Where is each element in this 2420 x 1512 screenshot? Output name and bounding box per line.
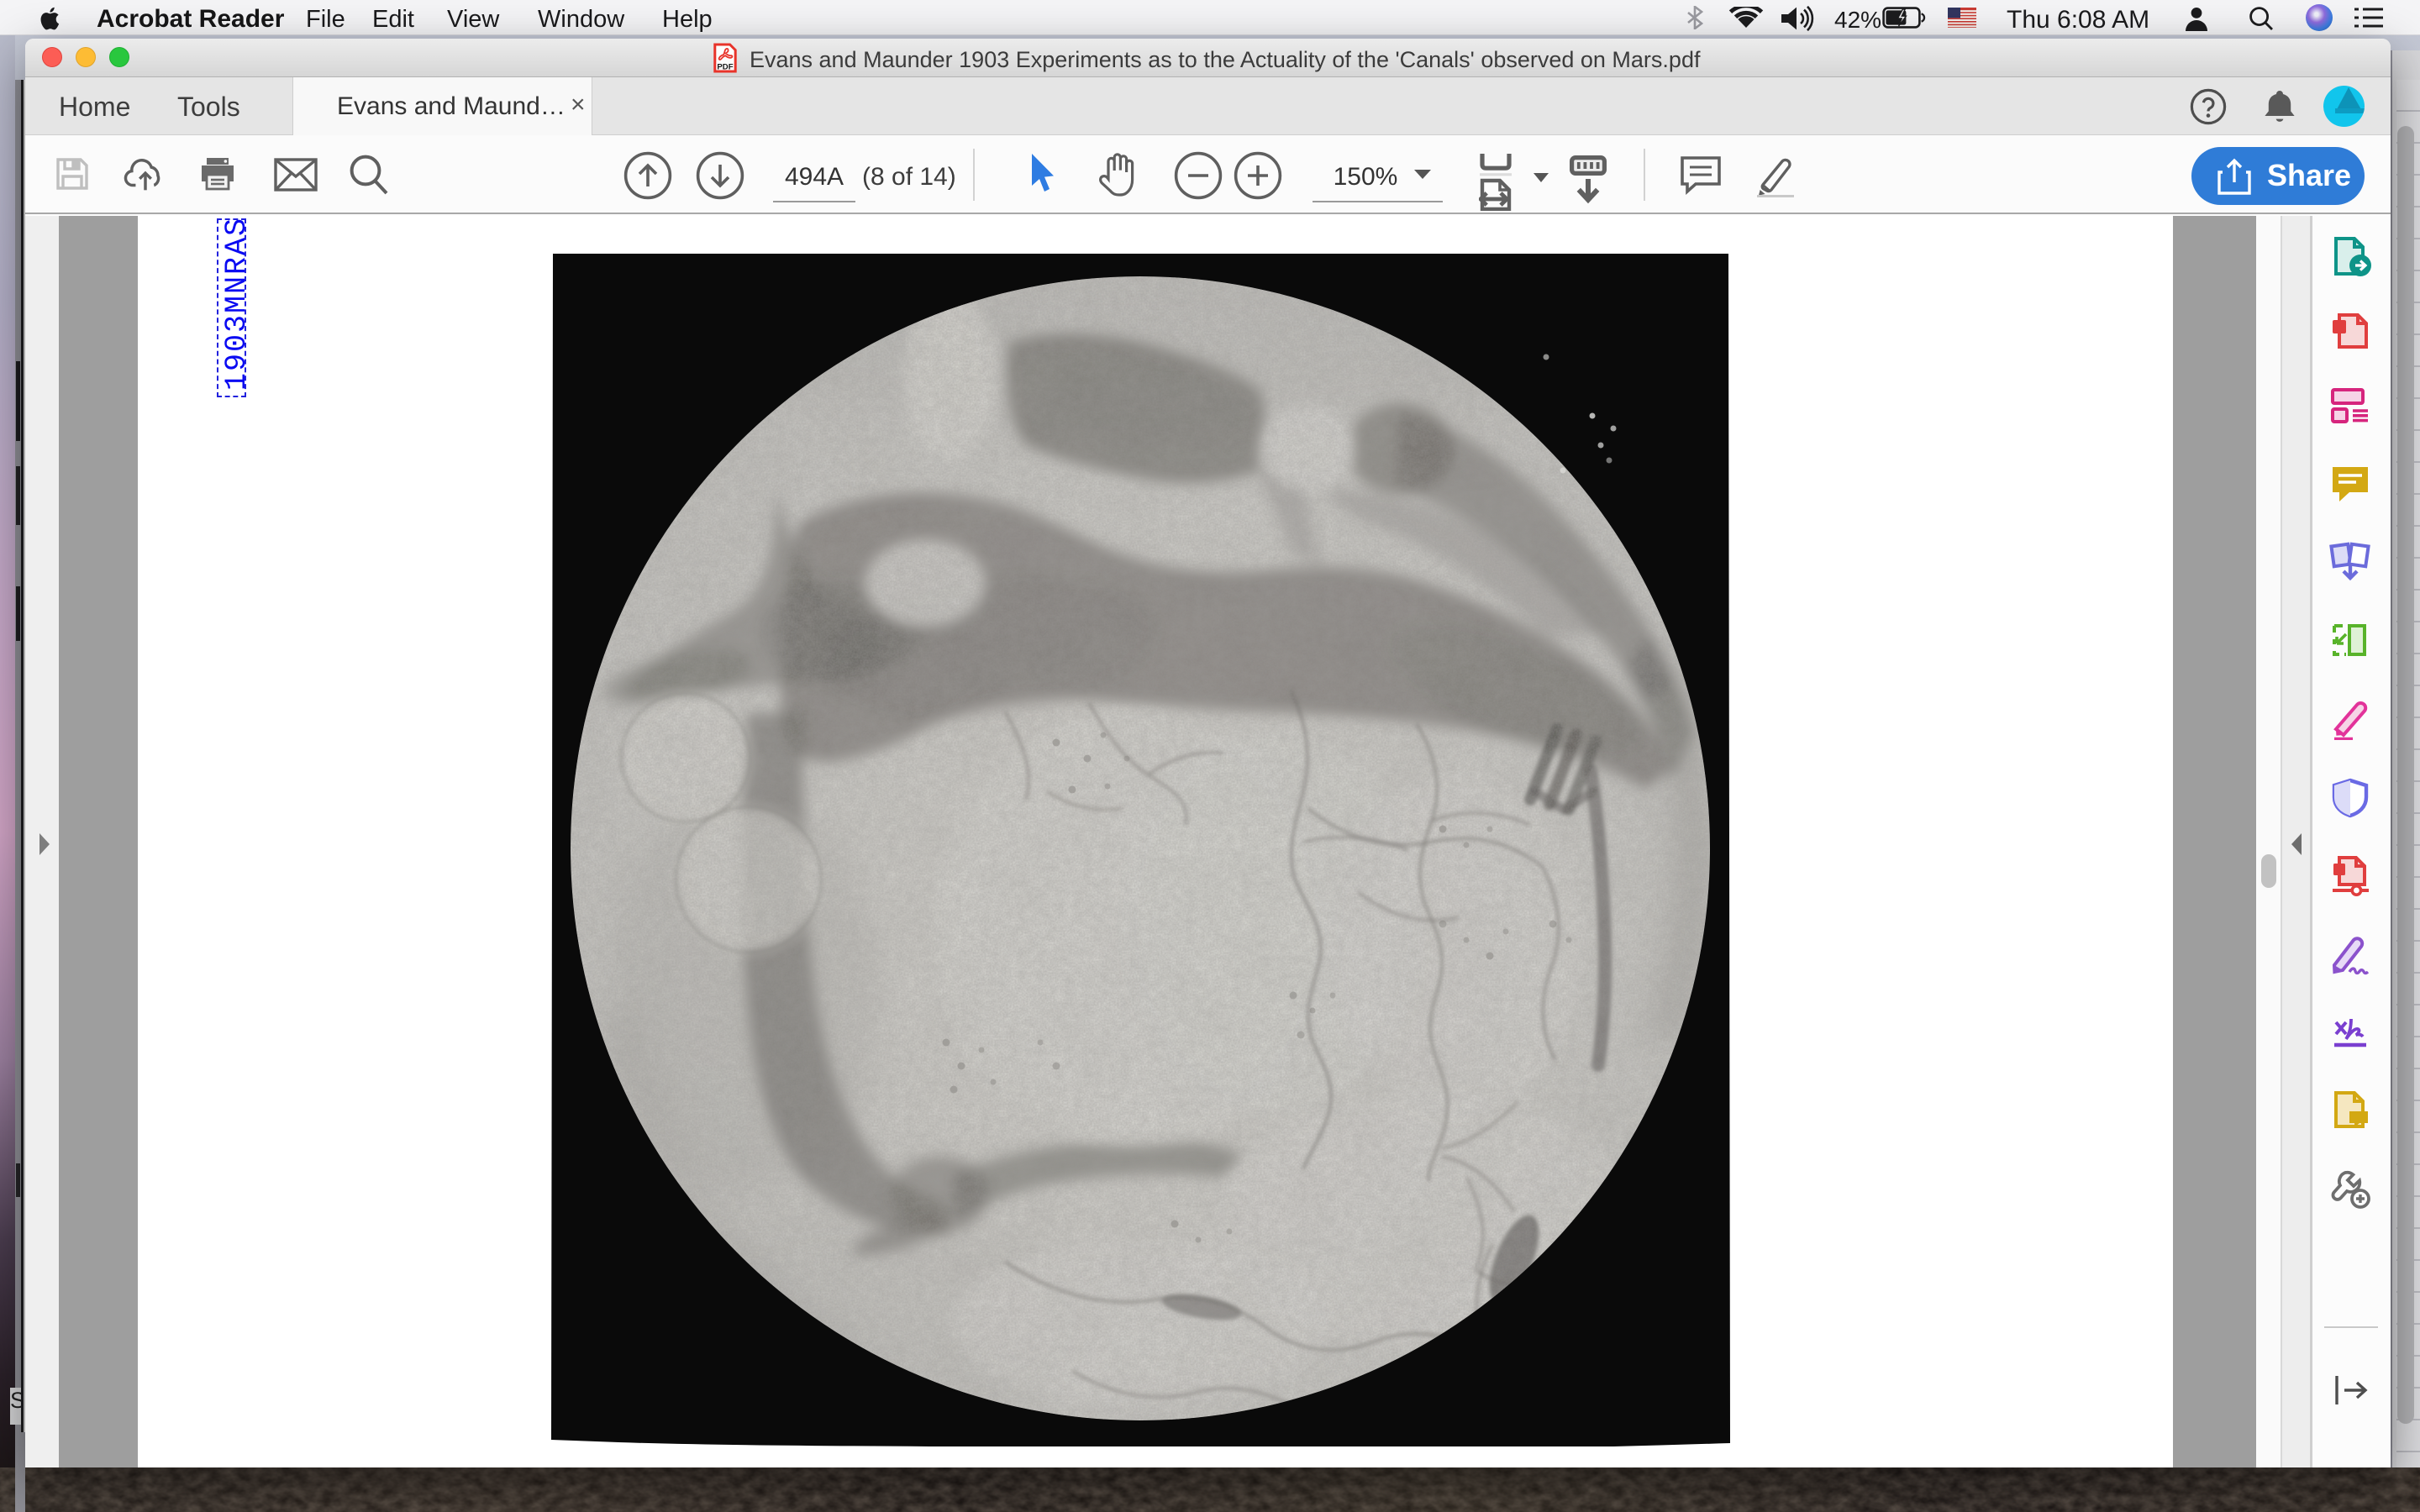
svg-text:1903MNRAS: 1903MNRAS [220,217,254,391]
svg-text:PDF: PDF [717,63,733,72]
